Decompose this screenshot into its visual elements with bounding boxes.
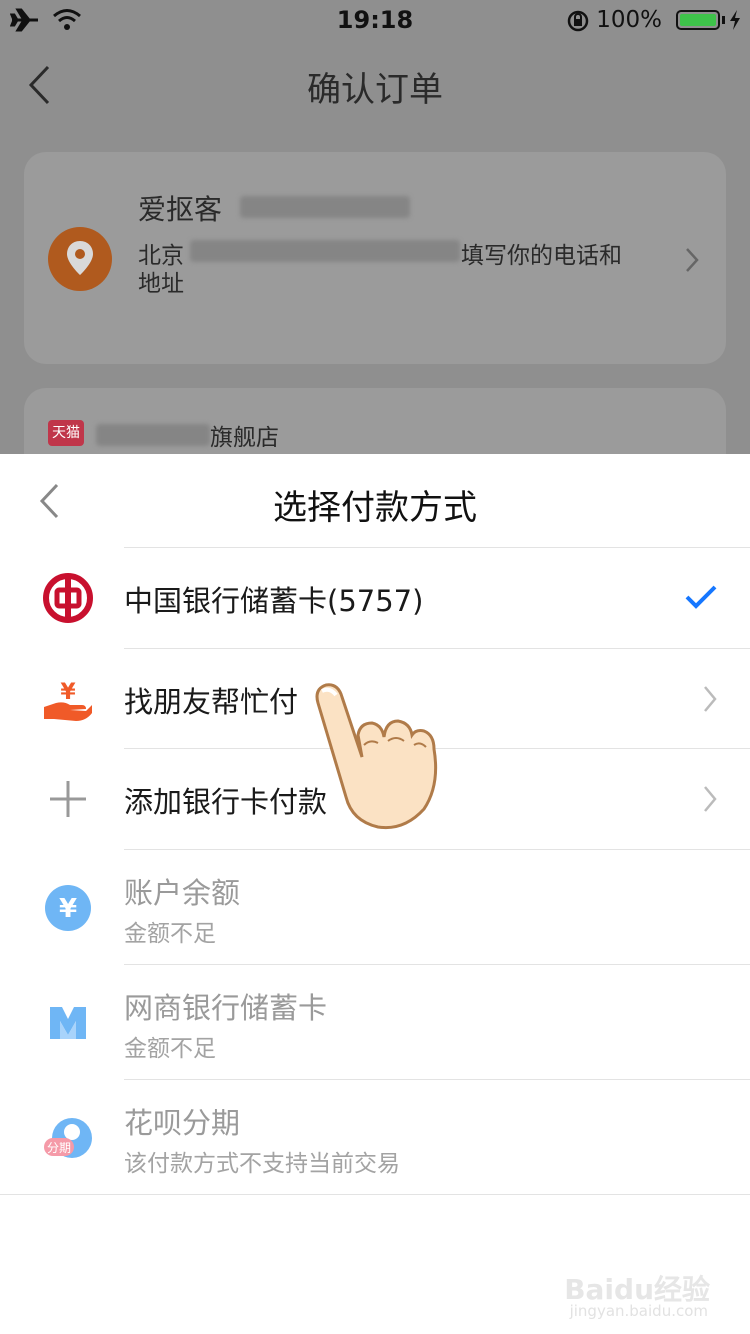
option-label: 账户余额 xyxy=(124,876,241,910)
huabei-icon-text: 分期 xyxy=(47,1141,71,1155)
page-title: 确认订单 xyxy=(307,70,443,110)
payment-option-boc[interactable]: 中国银行储蓄卡(5757) xyxy=(0,548,750,648)
option-label: 中国银行储蓄卡(5757) xyxy=(124,584,424,618)
option-sub-label: 该付款方式不支持当前交易 xyxy=(124,1151,400,1177)
background-page: 19:18 100% 确认订单 爱抠客 北京 填写你的电话和 地址 天猫 旗舰店 xyxy=(0,0,750,454)
location-pin-icon xyxy=(48,227,112,291)
boc-bank-icon xyxy=(43,573,93,623)
address-line2: 地址 xyxy=(138,271,184,297)
phone-blurred xyxy=(240,196,410,218)
payment-option-balance: ¥ 账户余额 金额不足 xyxy=(0,850,750,964)
status-bar: 19:18 100% xyxy=(0,0,750,40)
orientation-lock-icon xyxy=(567,10,589,32)
friend-pay-icon: ¥ xyxy=(44,680,92,721)
battery-percent: 100% xyxy=(596,7,662,33)
plus-icon xyxy=(50,781,86,817)
svg-text:¥: ¥ xyxy=(60,680,76,705)
payment-option-mybank: 网商银行储蓄卡 金额不足 xyxy=(0,965,750,1079)
huabei-icon: 分期 xyxy=(44,1118,92,1158)
yuan-balance-icon: ¥ xyxy=(45,885,91,931)
chevron-right-icon xyxy=(686,248,699,272)
option-label: 找朋友帮忙付 xyxy=(124,685,299,719)
shop-name-blurred xyxy=(96,424,210,446)
payment-option-huabei: 分期 花呗分期 该付款方式不支持当前交易 xyxy=(0,1080,750,1194)
recipient-name: 爱抠客 xyxy=(138,193,223,226)
option-label: 花呗分期 xyxy=(124,1106,241,1140)
chevron-right-icon xyxy=(704,786,717,812)
sheet-title: 选择付款方式 xyxy=(273,488,477,528)
address-suffix: 填写你的电话和 xyxy=(461,243,622,269)
charging-icon xyxy=(730,10,740,30)
pointing-hand-icon xyxy=(315,683,438,830)
payment-method-sheet: 选择付款方式 中国银行储蓄卡(5757) ¥ 找朋友帮忙付 添加银行卡付款 ¥ … xyxy=(0,454,750,1334)
address-blurred xyxy=(190,240,460,262)
chevron-right-icon xyxy=(704,686,717,712)
option-sub-label: 金额不足 xyxy=(124,1036,216,1062)
shop-name-suffix: 旗舰店 xyxy=(210,425,279,451)
option-label: 添加银行卡付款 xyxy=(124,785,328,819)
divider xyxy=(0,1194,750,1195)
battery-icon xyxy=(676,10,720,30)
option-sub-label: 金额不足 xyxy=(124,921,216,947)
tmall-badge: 天猫 xyxy=(48,420,84,446)
mybank-icon xyxy=(50,1007,86,1039)
battery-cap xyxy=(722,16,725,24)
option-label: 网商银行储蓄卡 xyxy=(124,991,328,1025)
checkmark-icon xyxy=(685,585,717,609)
watermark-url: jingyan.baidu.com xyxy=(569,1302,708,1320)
svg-text:¥: ¥ xyxy=(59,894,77,924)
